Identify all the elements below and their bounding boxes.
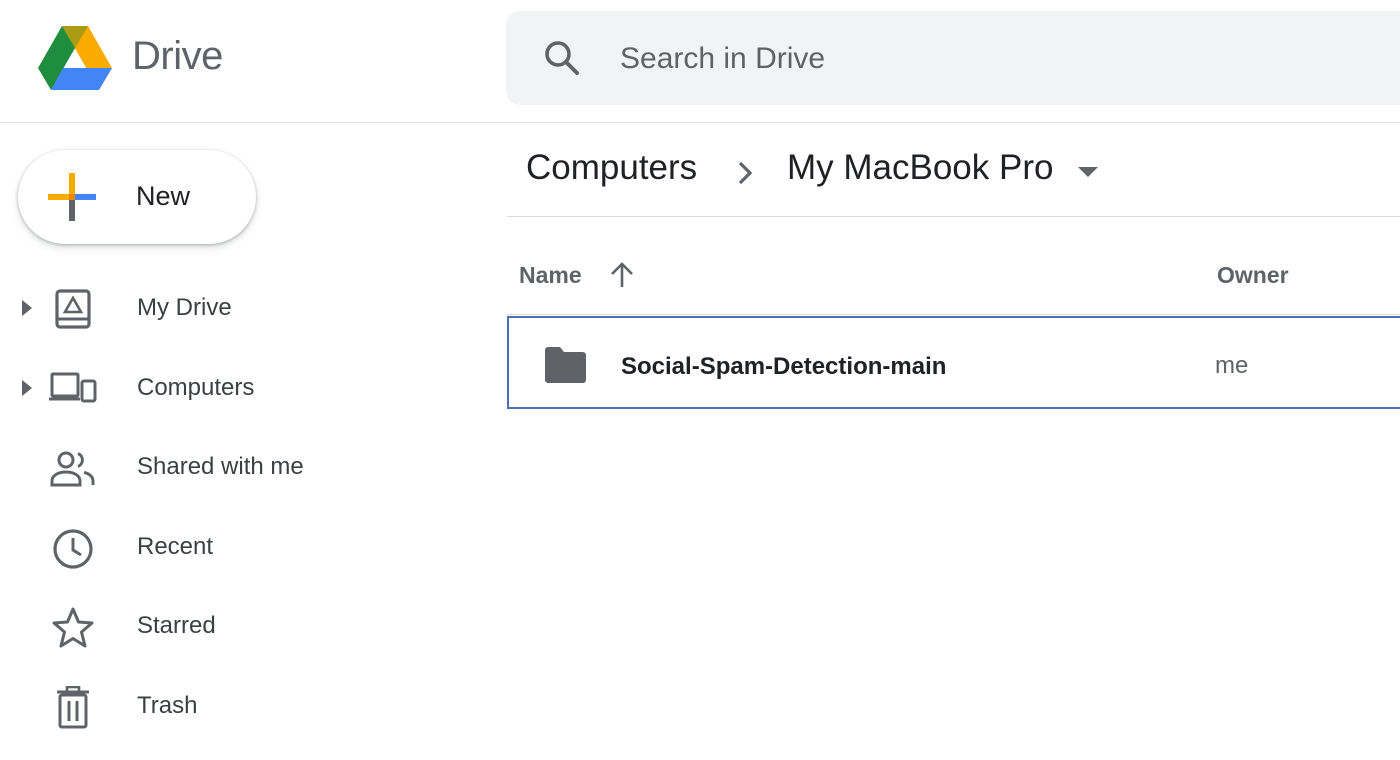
file-name: Social-Spam-Detection-main <box>621 353 947 380</box>
search-icon[interactable] <box>542 38 582 78</box>
computers-icon <box>48 368 98 412</box>
arrow-up-icon[interactable] <box>608 260 636 290</box>
folder-icon <box>543 346 587 384</box>
sidebar-item-starred[interactable]: Starred <box>0 592 470 660</box>
table-row[interactable]: Social-Spam-Detection-main me <box>507 316 1400 409</box>
caret-down-icon[interactable] <box>1076 164 1100 180</box>
sidebar-item-label: Trash <box>137 692 198 719</box>
sidebar-item-trash[interactable]: Trash <box>0 672 470 740</box>
star-icon <box>48 606 98 650</box>
new-button[interactable]: New <box>18 150 256 244</box>
sidebar-item-my-drive[interactable]: My Drive <box>0 274 470 342</box>
sidebar-item-label: My Drive <box>137 294 232 321</box>
app-title[interactable]: Drive <box>132 34 223 79</box>
divider <box>507 314 1400 315</box>
colored-plus-icon <box>48 173 96 221</box>
new-button-label: New <box>136 181 191 211</box>
sidebar-item-label: Recent <box>137 533 214 560</box>
expand-caret-icon[interactable] <box>22 380 32 396</box>
chevron-right-icon <box>734 158 758 188</box>
sidebar-item-shared-with-me[interactable]: Shared with me <box>0 433 470 501</box>
sidebar-item-recent[interactable]: Recent <box>0 513 470 581</box>
breadcrumb-item-computers[interactable]: Computers <box>526 148 697 188</box>
google-drive-logo-icon[interactable] <box>38 26 112 90</box>
sidebar-item-label: Computers <box>137 374 255 401</box>
my-drive-icon <box>48 288 98 332</box>
sidebar-item-label: Starred <box>137 612 216 639</box>
divider <box>507 216 1400 217</box>
breadcrumb: Computers My MacBook Pro <box>526 148 1400 198</box>
app-header: Drive <box>0 0 1400 123</box>
column-header-name[interactable]: Name <box>519 262 582 289</box>
expand-caret-icon[interactable] <box>22 300 32 316</box>
breadcrumb-item-current-folder[interactable]: My MacBook Pro <box>787 148 1053 188</box>
search-input[interactable] <box>618 35 1322 83</box>
people-icon <box>48 447 98 491</box>
column-header-owner[interactable]: Owner <box>1217 262 1289 289</box>
sidebar-item-label: Shared with me <box>137 453 304 480</box>
search-bar[interactable] <box>506 11 1400 105</box>
file-owner: me <box>1215 352 1249 379</box>
trash-icon <box>48 685 98 730</box>
clock-icon <box>48 527 98 571</box>
sidebar-item-computers[interactable]: Computers <box>0 354 470 422</box>
